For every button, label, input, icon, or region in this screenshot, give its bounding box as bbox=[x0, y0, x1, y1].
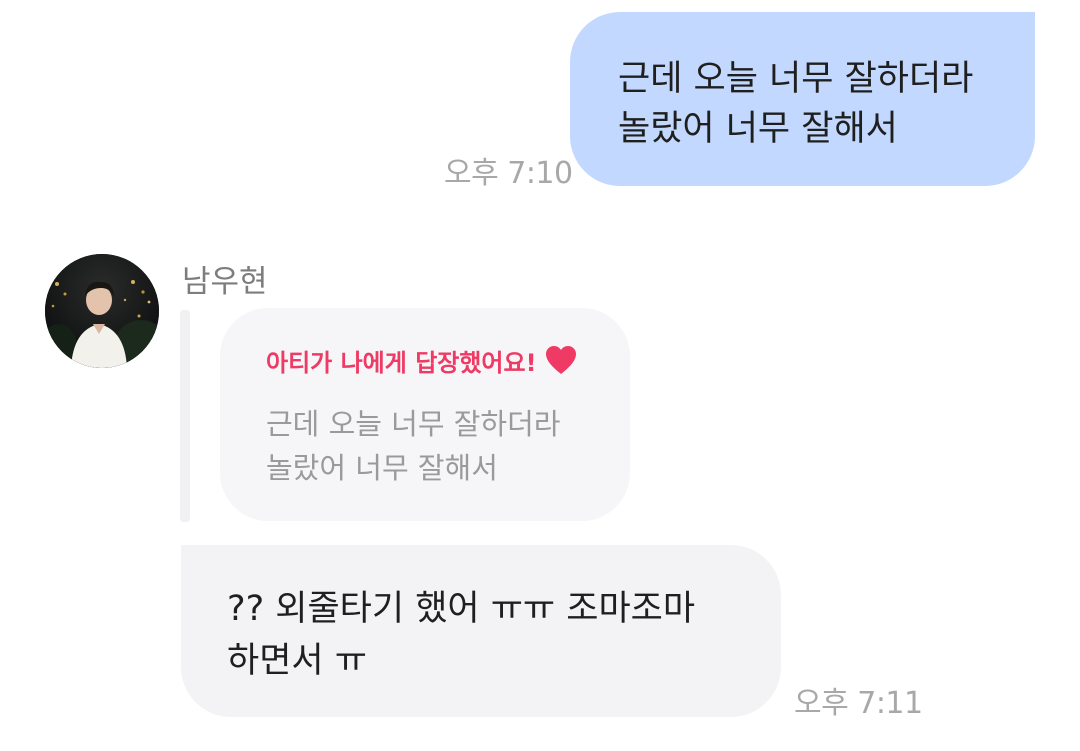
incoming-timestamp: 오후 7:11 bbox=[794, 686, 923, 721]
message-line: ?? 외줄타기 했어 ㅠㅠ 조마조마 bbox=[227, 589, 696, 629]
outgoing-message-bubble[interactable]: 근데 오늘 너무 잘하더라 놀랐어 너무 잘해서 bbox=[570, 12, 1035, 186]
quote-line: 놀랐어 너무 잘해서 bbox=[266, 451, 498, 485]
avatar[interactable] bbox=[45, 254, 159, 368]
profile-photo-icon bbox=[45, 254, 159, 368]
reply-quote-bar bbox=[180, 310, 190, 522]
message-line: 근데 오늘 너무 잘하더라 bbox=[618, 59, 974, 99]
message-line: 놀랐어 너무 잘해서 bbox=[618, 109, 898, 149]
message-line: 하면서 ㅠ bbox=[227, 641, 367, 681]
sender-name: 남우현 bbox=[182, 264, 268, 300]
reply-quote-card[interactable]: 아티가 나에게 답장했어요! 근데 오늘 너무 잘하더라 놀랐어 너무 잘해서 bbox=[220, 308, 630, 521]
reply-quote-text: 근데 오늘 너무 잘하더라 놀랐어 너무 잘해서 bbox=[266, 402, 610, 490]
quote-line: 근데 오늘 너무 잘하더라 bbox=[266, 407, 561, 441]
incoming-message-bubble[interactable]: ?? 외줄타기 했어 ㅠㅠ 조마조마 하면서 ㅠ bbox=[181, 545, 781, 717]
reply-header: 아티가 나에게 답장했어요! bbox=[266, 338, 610, 382]
reply-header-text: 아티가 나에게 답장했어요! bbox=[266, 348, 537, 377]
heart-icon bbox=[545, 345, 577, 375]
outgoing-timestamp: 오후 7:10 bbox=[444, 156, 573, 191]
chat-view: 오후 7:10 근데 오늘 너무 잘하더라 놀랐어 너무 잘해서 남우현 아티가… bbox=[0, 0, 1080, 751]
